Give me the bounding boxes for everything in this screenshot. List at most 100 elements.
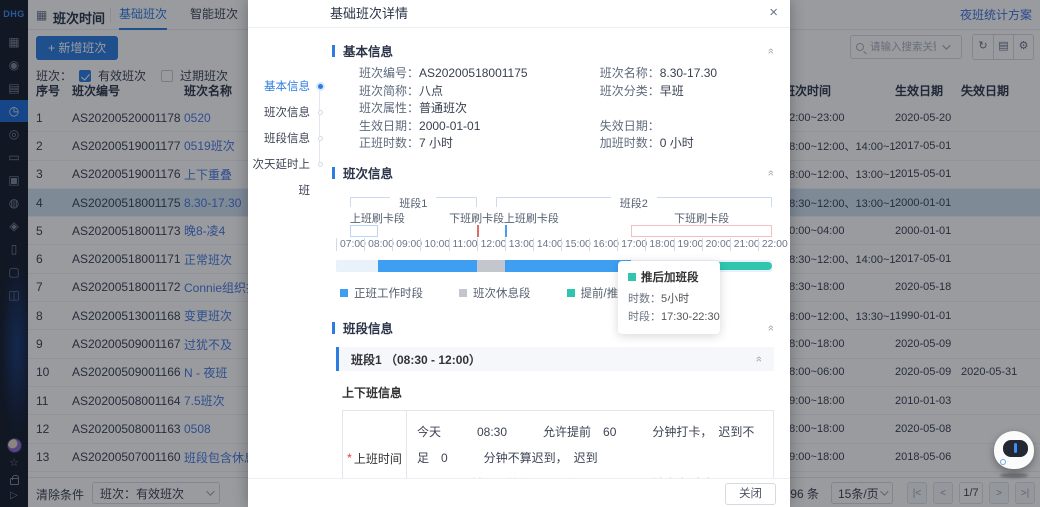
anchor-segment-info[interactable]: 班段信息	[248, 126, 326, 152]
field-label: 失效日期：	[600, 119, 660, 133]
axis-tick: 09:00	[392, 238, 422, 251]
bar-segment-work[interactable]	[505, 260, 632, 272]
segment1-panel: 班段1 （08:30 - 12:00） » 上下班信息 * 上班时间 今天 08…	[336, 347, 774, 478]
anchor-label: 班次信息	[264, 107, 310, 119]
axis-tick: 08:00	[364, 238, 394, 251]
anchor-next-day-overtime[interactable]: 次天延时上班	[248, 152, 326, 178]
app-window: DHG ▦ ◉ ▤ ◷ ◎ ▭ ▣ ◍ ◈ ▯ ▢ ◫ ☆ ▷ ▦ 班次时间	[0, 0, 1040, 507]
axis-tick: 21:00	[730, 238, 760, 251]
modal-body: 基本信息 » 班次编号：AS20200518001175 班次名称：8.30-1…	[326, 28, 790, 478]
segment1-panel-header[interactable]: 班段1 （08:30 - 12:00） »	[336, 347, 774, 371]
axis-tick: 22:00	[758, 238, 788, 251]
checkin-time-rule: 今天 08:30 允许提前 60 分钟打卡， 迟到不足 0 分钟不算迟到， 迟到…	[407, 411, 773, 478]
close-button[interactable]: 关闭	[725, 483, 776, 505]
axis-tick: 17:00	[617, 238, 647, 251]
section-title: 班次信息	[343, 163, 393, 182]
rule-line: 今天 08:30 允许提前 60 分钟打卡， 迟到不足 0 分钟不算迟到， 迟到	[417, 419, 763, 471]
anchor-label: 次天延时上班	[253, 159, 311, 197]
section-title: 班段信息	[343, 318, 393, 337]
anchor-dot	[318, 136, 323, 141]
overtime-tooltip: 推后加班段 时数：5小时 时段：17:30-22:30	[618, 261, 720, 334]
bar-segment-rest[interactable]	[477, 260, 505, 272]
axis-tick: 15:00	[561, 238, 591, 251]
assistant-robot[interactable]	[994, 431, 1034, 478]
segment1-bracket: 班段1	[350, 197, 477, 207]
section-basic-info: 基本信息 »	[332, 41, 774, 60]
tooltip-period-value: 17:30-22:30	[661, 311, 720, 323]
section-marker	[332, 45, 335, 57]
legend-swatch	[340, 289, 348, 297]
swipe-marks	[336, 225, 772, 238]
collapse-icon[interactable]: »	[765, 169, 777, 175]
axis-tick: 12:00	[477, 238, 507, 251]
field-label: 班次属性：	[359, 101, 419, 115]
axis-tick: 07:00	[336, 238, 366, 251]
anchor-dot	[318, 110, 323, 115]
axis-tick: 16:00	[589, 238, 619, 251]
field-label: 班次名称：	[600, 66, 660, 80]
anchor-dot	[318, 84, 323, 89]
axis-tick: 19:00	[674, 238, 704, 251]
field-value: 早班	[660, 84, 684, 98]
axis-tick: 11:00	[449, 238, 478, 251]
anchor-shift-info[interactable]: 班次信息	[248, 100, 326, 126]
axis-tick: 14:00	[533, 238, 563, 251]
field-value: AS20200518001175	[419, 66, 528, 80]
field-value: 普通班次	[419, 101, 467, 115]
anchor-label: 基本信息	[264, 81, 310, 93]
tooltip-swatch	[628, 273, 636, 281]
robot-shadow	[1000, 473, 1028, 478]
checkin1-label: 上班刷卡段	[350, 210, 405, 226]
rule-line: 0 分钟以上算旷工， 旷工 0 分钟内实时计	[417, 471, 763, 478]
legend-swatch	[567, 289, 575, 297]
bar-segment-work[interactable]	[378, 260, 476, 272]
tooltip-hours-label: 时数：	[628, 293, 661, 305]
axis-tick: 13:00	[505, 238, 535, 251]
checkin2-swipe-tick	[505, 225, 507, 237]
legend-label: 正班工作时段	[354, 285, 423, 301]
anchor-basic-info[interactable]: 基本信息	[248, 74, 326, 100]
work-info-subtitle: 上下班信息	[342, 384, 774, 401]
anchor-nav: 基本信息 班次信息 班段信息 次天延时上班	[248, 74, 326, 180]
section-marker	[332, 322, 335, 334]
checkin-time-row: * 上班时间 今天 08:30 允许提前 60 分钟打卡， 迟到不足 0 分钟不…	[343, 411, 773, 478]
required-marker: *	[347, 451, 352, 465]
work-time-table: * 上班时间 今天 08:30 允许提前 60 分钟打卡， 迟到不足 0 分钟不…	[342, 410, 774, 478]
tooltip-hours: 时数：5小时	[628, 290, 710, 308]
checkin1-swipe-range	[350, 225, 378, 237]
checkout2-swipe-range	[631, 225, 772, 237]
modal-title: 基础班次详情	[330, 0, 408, 28]
anchor-label: 班段信息	[264, 133, 310, 145]
modal-footer: 关闭	[248, 478, 790, 507]
axis-tick: 20:00	[702, 238, 732, 251]
collapse-icon[interactable]: »	[765, 324, 777, 330]
robot-head	[994, 431, 1034, 469]
section-title: 基本信息	[343, 41, 393, 60]
segment1-panel-title: 班段1 （08:30 - 12:00）	[351, 351, 481, 368]
swipe-labels: 上班刷卡段 下班刷卡段 上班刷卡段 下班刷卡段	[336, 209, 772, 225]
tooltip-title: 推后加班段	[641, 269, 699, 285]
collapse-icon[interactable]: »	[765, 47, 777, 53]
robot-button	[1000, 459, 1006, 465]
field-label: 班次简称：	[359, 84, 419, 98]
anchor-dot	[318, 162, 323, 167]
field-value: 7 小时	[419, 136, 453, 150]
robot-face	[1003, 440, 1028, 457]
tooltip-period: 时段：17:30-22:30	[628, 308, 710, 326]
legend-label: 班次休息段	[473, 285, 531, 301]
close-icon[interactable]: ×	[769, 0, 778, 26]
row-label: 上班时间	[354, 450, 402, 467]
shift-detail-modal: 基础班次详情 × 基本信息 班次信息 班段信息 次天延时上班 基本信息 »	[248, 0, 790, 507]
segment2-bracket: 班段2	[496, 197, 772, 207]
field-label: 班次编号：	[359, 66, 419, 80]
modal-header: 基础班次详情 ×	[248, 0, 790, 28]
checkin2-label: 上班刷卡段	[504, 210, 559, 226]
checkout1-swipe-tick	[477, 225, 479, 237]
checkout1-label: 下班刷卡段	[449, 210, 504, 226]
collapse-icon[interactable]: »	[753, 356, 765, 362]
checkin-time-label: * 上班时间	[343, 411, 407, 478]
segment-brackets: 班段1 班段2	[336, 194, 772, 209]
tooltip-hours-value: 5小时	[661, 293, 689, 305]
legend-item-work: 正班工作时段	[340, 285, 423, 301]
legend-swatch	[459, 289, 467, 297]
